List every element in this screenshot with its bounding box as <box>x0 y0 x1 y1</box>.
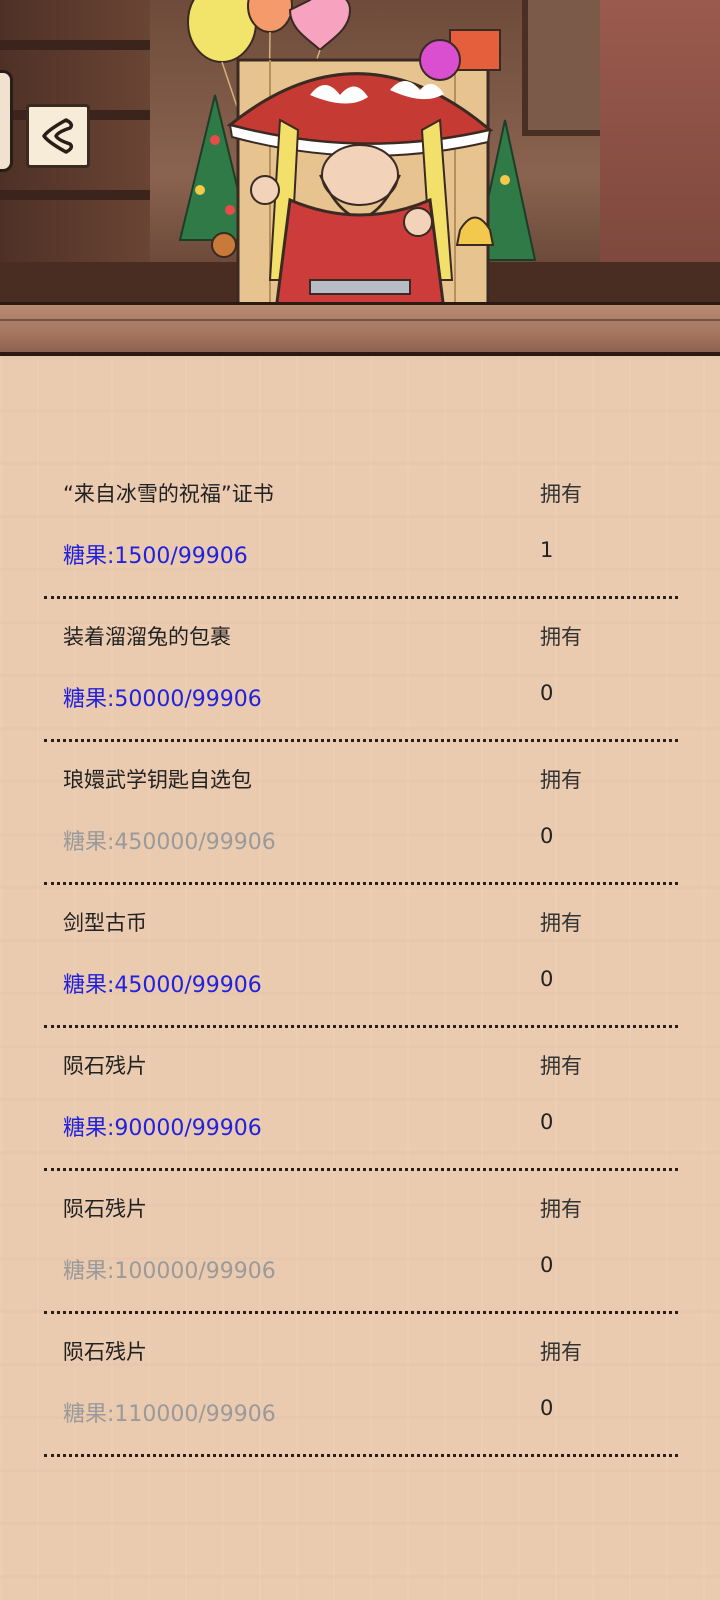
owned-label: 拥有 <box>540 625 582 649</box>
exchange-list: “来自冰雪的祝福”证书 拥有 糖果:1500/99906 1 装着溜溜兔的包裹 … <box>44 474 678 1475</box>
back-button[interactable] <box>26 104 90 168</box>
item-cost: 糖果:110000/99906 <box>63 1402 276 1427</box>
owned-count: 0 <box>540 1253 554 1277</box>
exchange-item-3[interactable]: 琅嬛武学钥匙自选包 拥有 糖果:450000/99906 0 <box>44 760 678 903</box>
owned-count: 0 <box>540 681 554 705</box>
item-cost: 糖果:90000/99906 <box>63 1116 262 1141</box>
background-wall <box>600 0 720 300</box>
header-illustration <box>0 0 720 318</box>
exchange-item-2[interactable]: 装着溜溜兔的包裹 拥有 糖果:50000/99906 0 <box>44 617 678 760</box>
santa-illustration <box>178 0 537 318</box>
side-drawer-tab[interactable] <box>0 70 13 172</box>
dotted-divider <box>44 1025 678 1028</box>
dotted-divider <box>44 739 678 742</box>
panel-top-border <box>0 302 720 356</box>
exchange-item-7[interactable]: 陨石残片 拥有 糖果:110000/99906 0 <box>44 1332 678 1475</box>
owned-count: 0 <box>540 1396 554 1420</box>
owned-label: 拥有 <box>540 482 582 506</box>
item-name: 陨石残片 <box>63 1340 147 1364</box>
exchange-item-1[interactable]: “来自冰雪的祝福”证书 拥有 糖果:1500/99906 1 <box>44 474 678 617</box>
owned-label: 拥有 <box>540 1340 582 1364</box>
chevron-left-icon <box>42 118 74 154</box>
exchange-item-5[interactable]: 陨石残片 拥有 糖果:90000/99906 0 <box>44 1046 678 1189</box>
owned-label: 拥有 <box>540 1197 582 1221</box>
item-name: 琅嬛武学钥匙自选包 <box>63 768 252 792</box>
item-cost: 糖果:100000/99906 <box>63 1259 276 1284</box>
item-cost: 糖果:45000/99906 <box>63 973 262 998</box>
exchange-item-6[interactable]: 陨石残片 拥有 糖果:100000/99906 0 <box>44 1189 678 1332</box>
owned-label: 拥有 <box>540 911 582 935</box>
item-cost: 糖果:450000/99906 <box>63 830 276 855</box>
dotted-divider <box>44 1311 678 1314</box>
item-cost: 糖果:50000/99906 <box>63 687 262 712</box>
dotted-divider <box>44 1454 678 1457</box>
item-name: 陨石残片 <box>63 1197 147 1221</box>
item-cost: 糖果:1500/99906 <box>63 544 248 569</box>
item-name: “来自冰雪的祝福”证书 <box>63 482 274 506</box>
dotted-divider <box>44 1168 678 1171</box>
dotted-divider <box>44 596 678 599</box>
owned-count: 0 <box>540 824 554 848</box>
owned-count: 0 <box>540 967 554 991</box>
dotted-divider <box>44 882 678 885</box>
item-name: 陨石残片 <box>63 1054 147 1078</box>
owned-label: 拥有 <box>540 768 582 792</box>
owned-count: 0 <box>540 1110 554 1134</box>
exchange-panel: “来自冰雪的祝福”证书 拥有 糖果:1500/99906 1 装着溜溜兔的包裹 … <box>0 356 720 1600</box>
owned-count: 1 <box>540 538 554 562</box>
item-name: 剑型古币 <box>63 911 147 935</box>
item-name: 装着溜溜兔的包裹 <box>63 625 231 649</box>
owned-label: 拥有 <box>540 1054 582 1078</box>
exchange-item-4[interactable]: 剑型古币 拥有 糖果:45000/99906 0 <box>44 903 678 1046</box>
